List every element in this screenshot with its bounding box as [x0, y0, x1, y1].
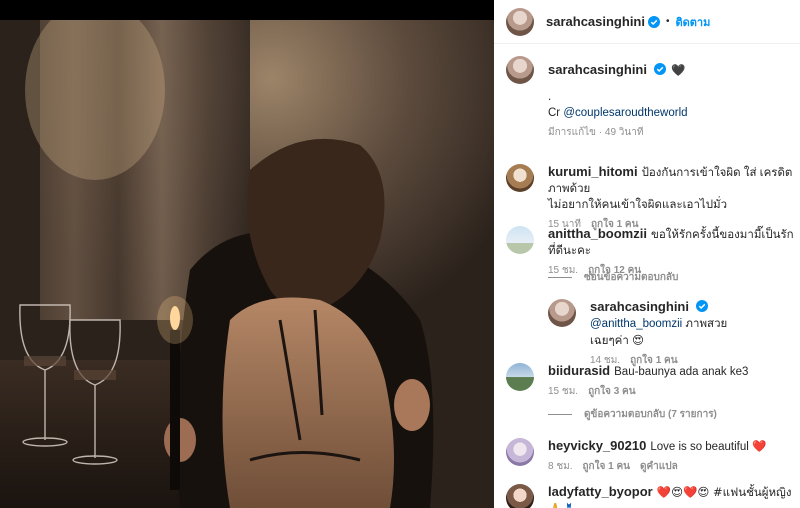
- comment-username[interactable]: ladyfatty_byopor: [548, 484, 653, 499]
- view-replies-toggle[interactable]: ดูข้อความตอบกลับ (7 รายการ): [548, 407, 800, 422]
- caption-line-1: .: [548, 91, 552, 103]
- comment-username[interactable]: anittha_boomzii: [548, 226, 647, 241]
- translate-link[interactable]: ดูคำแปล: [640, 461, 678, 472]
- comment-heart-emoji: ❤️: [751, 439, 767, 453]
- header-dot-separator: •: [665, 16, 670, 27]
- comment-avatar[interactable]: [506, 438, 534, 466]
- post-header: sarahcasinghini • ติดตาม: [494, 0, 800, 44]
- caption-author-username[interactable]: sarahcasinghini: [548, 62, 647, 77]
- post-caption: sarahcasinghini 🖤 . Cr @couplesaroudthew…: [506, 56, 800, 148]
- hide-replies-label: ซ่อนข้อความตอบกลับ: [584, 272, 679, 283]
- caption-author-avatar[interactable]: [506, 56, 534, 84]
- comment-row: ladyfatty_byopor❤️😍❤️😍 #แฟนชั้นผู้หญิง🙏👗: [506, 484, 800, 508]
- comment-username[interactable]: heyvicky_90210: [548, 438, 646, 453]
- comment-avatar[interactable]: [506, 164, 534, 192]
- comment-row: anittha_boomzii ขอให้รักครั้งนี้ของมามี๊เ…: [506, 226, 800, 276]
- comment-text: Love is so beautiful: [650, 441, 749, 453]
- caption-line-2: Cr @couplesaroudtheworld: [548, 105, 688, 121]
- comment-row: heyvicky_90210 Love is so beautiful ❤️ 8 …: [506, 438, 800, 472]
- reply-emoji: 😍: [632, 333, 645, 347]
- comment-username[interactable]: kurumi_hitomi: [548, 164, 638, 179]
- author-username[interactable]: sarahcasinghini: [546, 14, 645, 29]
- reply-avatar[interactable]: [548, 299, 576, 327]
- caption-black-heart: 🖤: [671, 63, 686, 77]
- caption-credit-mention[interactable]: @couplesaroudtheworld: [563, 107, 687, 119]
- comment-list: sarahcasinghini 🖤 . Cr @couplesaroudthew…: [494, 44, 800, 508]
- comment-time: 15 ชม.: [548, 265, 579, 276]
- post-image[interactable]: [0, 20, 494, 508]
- comment-text-line-2: ไม่อยากให้คนเข้าใจผิดและเอาไปมั่ว: [548, 199, 728, 211]
- verified-badge-icon: [653, 63, 666, 75]
- comment-likes[interactable]: ถูกใจ 1 คน: [583, 461, 631, 472]
- comment-avatar[interactable]: [506, 226, 534, 254]
- verified-badge-icon: [695, 300, 708, 312]
- media-top-bar: [0, 0, 494, 20]
- replies-line: [548, 414, 572, 415]
- comment-time: 8 ชม.: [548, 461, 573, 472]
- reply-text: ภาพสวย: [682, 318, 728, 330]
- reply-mention[interactable]: @anittha_boomzii: [590, 318, 682, 330]
- reply-text-line-2: เฉยๆค่า: [590, 335, 629, 347]
- follow-button[interactable]: ติดตาม: [676, 13, 711, 31]
- comment-time: 15 ชม.: [548, 386, 579, 397]
- replies-line: [548, 277, 572, 278]
- author-avatar[interactable]: [506, 7, 534, 36]
- comment-avatar[interactable]: [506, 484, 534, 508]
- post-side-panel: sarahcasinghini • ติดตาม sarahcasinghini…: [494, 0, 800, 508]
- reply-username[interactable]: sarahcasinghini: [590, 299, 689, 314]
- verified-badge-icon: [647, 15, 660, 28]
- photo-illustration: [0, 20, 494, 508]
- reply-row: sarahcasinghini @anittha_boomzii ภาพสวย เ…: [548, 299, 800, 366]
- comment-username[interactable]: biidurasid: [548, 363, 610, 378]
- comment-likes[interactable]: ถูกใจ 3 คน: [588, 386, 636, 397]
- view-replies-label: ดูข้อความตอบกลับ (7 รายการ): [584, 409, 717, 420]
- comment-text: Bau-baunya ada anak ke3: [614, 366, 749, 378]
- comment-row: kurumi_hitomi ป้องกันการเข้าใจผิด ใส่ เคร…: [506, 164, 800, 230]
- caption-credit-prefix: Cr: [548, 107, 564, 119]
- comment-avatar[interactable]: [506, 363, 534, 391]
- caption-meta: มีการแก้ไข · 49 วินาที: [548, 127, 644, 138]
- post-media: [0, 0, 494, 508]
